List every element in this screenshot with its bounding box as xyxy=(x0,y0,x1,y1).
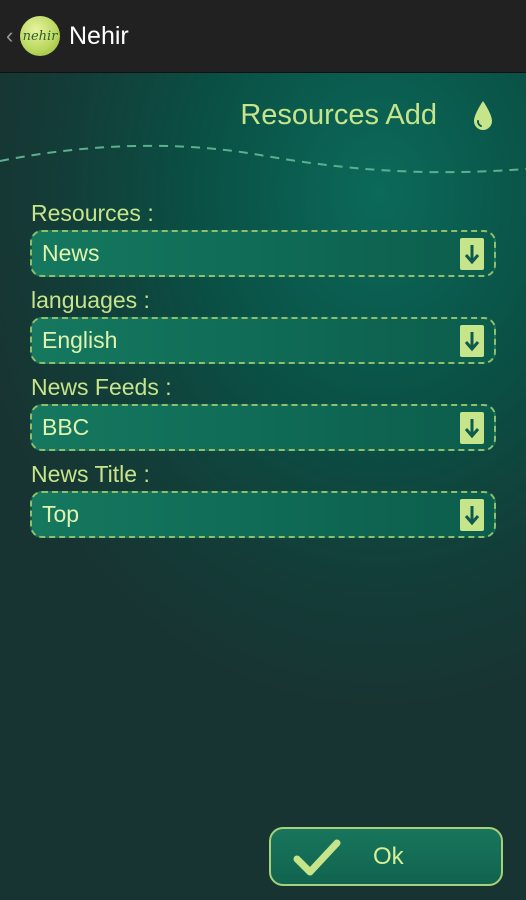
chevron-left-icon[interactable]: ‹ xyxy=(6,25,18,47)
arrow-down-icon xyxy=(460,411,484,444)
checkmark-icon xyxy=(293,839,341,875)
ok-button-label: Ok xyxy=(373,842,404,870)
news-title-value: Top xyxy=(42,501,80,527)
resources-dropdown[interactable]: News xyxy=(30,230,496,277)
ok-button[interactable]: Ok xyxy=(269,827,503,886)
app-logo[interactable]: nehir xyxy=(20,16,60,56)
news-title-dropdown[interactable]: Top xyxy=(30,491,496,538)
resources-label: Resources : xyxy=(31,200,154,226)
main-content: Resources Add Resources : News languages… xyxy=(0,73,526,900)
resources-value: News xyxy=(42,240,100,266)
wave-divider xyxy=(0,144,526,174)
page-title: Resources Add xyxy=(240,99,437,131)
languages-value: English xyxy=(42,327,118,353)
arrow-down-icon xyxy=(460,237,484,270)
news-feeds-value: BBC xyxy=(42,414,90,440)
news-feeds-dropdown[interactable]: BBC xyxy=(30,404,496,451)
news-title-label: News Title : xyxy=(31,461,150,487)
languages-dropdown[interactable]: English xyxy=(30,317,496,364)
languages-label: languages : xyxy=(31,287,150,313)
action-bar: ‹ nehir Nehir xyxy=(0,0,526,73)
app-title[interactable]: Nehir xyxy=(69,22,129,51)
arrow-down-icon xyxy=(460,498,484,531)
arrow-down-icon xyxy=(460,324,484,357)
water-drop-icon xyxy=(474,101,492,130)
app-logo-text: nehir xyxy=(22,28,58,44)
news-feeds-label: News Feeds : xyxy=(31,374,172,400)
